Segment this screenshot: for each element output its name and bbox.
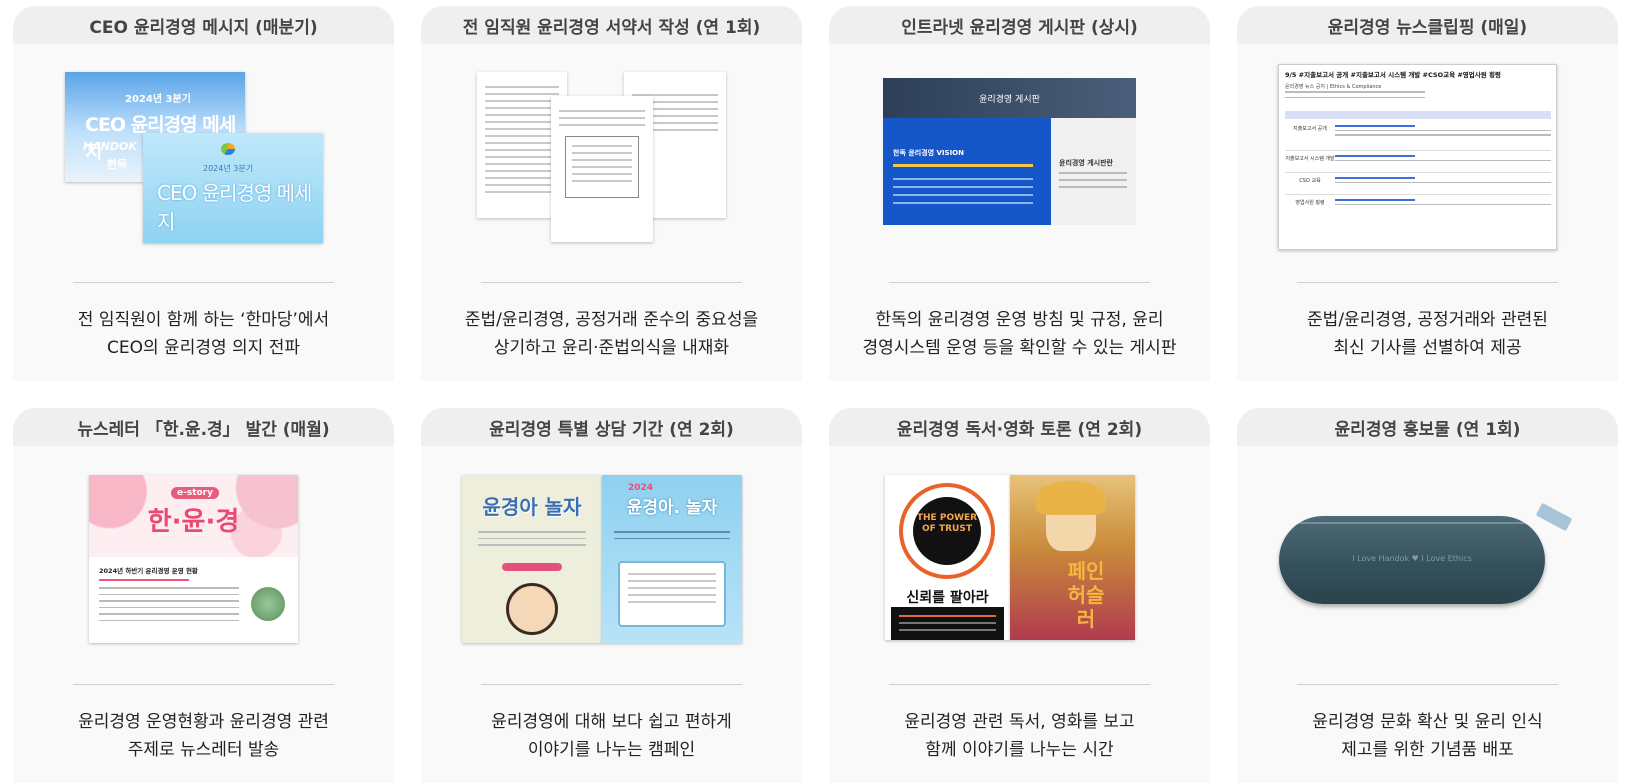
side-title: 윤리경영 게시판란 xyxy=(1059,159,1113,167)
card-counseling-period: 윤리경영 특별 상담 기간 (연 2회) 윤경아 놀자 2024 윤경아. 놀자 xyxy=(421,408,802,783)
book-movie-image: THE POWER OF TRUST 신뢰를 팔아라 페인 허슬러 xyxy=(829,460,1210,660)
card-description: 준법/윤리경영, 공정거래와 관련된 최신 기사를 선별하여 제공 xyxy=(1247,306,1608,362)
card-title: 윤리경영 특별 상담 기간 (연 2회) xyxy=(421,408,802,446)
promo-goods-image: I Love Handok ♥ I Love Ethics xyxy=(1237,460,1618,660)
card-divider xyxy=(1297,282,1558,283)
card-divider xyxy=(1297,684,1558,685)
card-divider xyxy=(73,282,334,283)
card-description: 윤리경영 문화 확산 및 윤리 인식 제고를 위한 기념품 배포 xyxy=(1247,708,1608,764)
card-pledge: 전 임직원 윤리경영 서약서 작성 (연 1회) 준법/윤리경영, 공정거래 준… xyxy=(421,6,802,381)
card-title: CEO 윤리경영 메시지 (매분기) xyxy=(13,6,394,44)
case-engraving: I Love Handok ♥ I Love Ethics xyxy=(1352,554,1472,563)
ceo-message-image: 2024년 3분기 CEO 윤리경영 메세지 HANDOK 한독 2024년 3… xyxy=(13,58,394,258)
card-title: 전 임직원 윤리경영 서약서 작성 (연 1회) xyxy=(421,6,802,44)
book-title: THE POWER OF TRUST xyxy=(916,513,978,534)
desc-line: 전 임직원이 함께 하는 ‘한마당’에서 xyxy=(77,310,330,330)
card-description: 윤리경영 관련 독서, 영화를 보고 함께 이야기를 나누는 시간 xyxy=(839,708,1200,764)
card-divider xyxy=(889,684,1150,685)
desc-line: CEO의 윤리경영 의지 전파 xyxy=(107,338,300,358)
newsletter-image: e-story 한·윤·경 2024년 하반기 윤리경영 운영 현황 xyxy=(13,460,394,660)
card-promo-goods: 윤리경영 홍보물 (연 1회) I Love Handok ♥ I Love E… xyxy=(1237,408,1618,783)
desc-line: 윤리경영 운영현황과 윤리경영 관련 xyxy=(78,712,329,732)
campaign-poster-right: 2024 윤경아. 놀자 xyxy=(602,475,742,643)
back-sign: 한독 xyxy=(107,158,128,171)
front-caption: 2024년 3분기 xyxy=(203,164,254,173)
character-icon xyxy=(506,583,558,635)
board-title: 윤리경영 게시판 xyxy=(979,95,1040,105)
card-description: 준법/윤리경영, 공정거래 준수의 중요성을 상기하고 윤리·준법의식을 내재화 xyxy=(431,306,792,362)
pencil-case: I Love Handok ♥ I Love Ethics xyxy=(1279,516,1545,604)
desc-line: 상기하고 윤리·준법의식을 내재화 xyxy=(493,338,730,358)
card-title: 윤리경영 뉴스클립핑 (매일) xyxy=(1237,6,1618,44)
counseling-campaign-image: 윤경아 놀자 2024 윤경아. 놀자 xyxy=(421,460,802,660)
desc-line: 함께 이야기를 나누는 시간 xyxy=(925,740,1114,760)
desc-line: 윤리경영 관련 독서, 영화를 보고 xyxy=(904,712,1135,732)
campaign-poster-left: 윤경아 놀자 xyxy=(462,475,602,643)
newsletter-section: 2024년 하반기 윤리경영 운영 현황 xyxy=(99,567,198,575)
card-divider xyxy=(889,282,1150,283)
movie-title: 페인 허슬러 xyxy=(1067,559,1105,631)
newsletter-page: e-story 한·윤·경 2024년 하반기 윤리경영 운영 현황 xyxy=(89,475,298,643)
program-grid: CEO 윤리경영 메시지 (매분기) 2024년 3분기 CEO 윤리경영 메세… xyxy=(13,6,1618,783)
movie-poster: 페인 허슬러 xyxy=(1010,475,1135,640)
news-clipping-doc: 9/5 #지출보고서 공개 #지출보고서 시스템 개발 #CSO교육 #영업사원… xyxy=(1278,64,1557,250)
news-clipping-image: 9/5 #지출보고서 공개 #지출보고서 시스템 개발 #CSO교육 #영업사원… xyxy=(1237,58,1618,258)
desc-line: 윤리경영에 대해 보다 쉽고 편하게 xyxy=(491,712,732,732)
campaign-right-title: 윤경아. 놀자 xyxy=(626,498,718,518)
card-book-movie: 윤리경영 독서·영화 토론 (연 2회) THE POWER OF TRUST … xyxy=(829,408,1210,783)
newsletter-title: 한·윤·경 xyxy=(147,507,240,537)
card-description: 윤리경영에 대해 보다 쉽고 편하게 이야기를 나누는 캠페인 xyxy=(431,708,792,764)
campaign-left-title: 윤경아 놀자 xyxy=(482,495,582,519)
news-headline: 9/5 #지출보고서 공개 #지출보고서 시스템 개발 #CSO교육 #영업사원… xyxy=(1285,71,1501,79)
front-title: CEO 윤리경영 메세지 xyxy=(157,181,312,234)
logo-icon xyxy=(221,143,235,155)
card-ceo-message: CEO 윤리경영 메시지 (매분기) 2024년 3분기 CEO 윤리경영 메세… xyxy=(13,6,394,381)
news-row-label: 지출보고서 공개 xyxy=(1293,126,1327,132)
desc-line: 제고를 위한 기념품 배포 xyxy=(1341,740,1514,760)
card-divider xyxy=(73,684,334,685)
desc-line: 준법/윤리경영, 공정거래 준수의 중요성을 xyxy=(464,310,759,330)
card-title: 윤리경영 홍보물 (연 1회) xyxy=(1237,408,1618,446)
desc-line: 경영시스템 운영 등을 확인할 수 있는 게시판 xyxy=(862,338,1177,358)
handok-logo: HANDOK xyxy=(83,140,137,153)
pledge-doc-center xyxy=(551,96,653,242)
desc-line: 최신 기사를 선별하여 제공 xyxy=(1333,338,1522,358)
newsletter-badge: e-story xyxy=(171,487,219,499)
card-divider xyxy=(481,684,742,685)
news-row-label: CSO 교육 xyxy=(1299,178,1321,184)
news-row-label: 영업사원 횡령 xyxy=(1295,200,1325,206)
card-title: 인트라넷 윤리경영 게시판 (상시) xyxy=(829,6,1210,44)
desc-line: 한독의 윤리경영 운영 방침 및 규정, 윤리 xyxy=(875,310,1164,330)
card-newsletter: 뉴스레터 「한.윤.경」 발간 (매월) e-story 한·윤·경 2024년… xyxy=(13,408,394,783)
vision-title: 한독 윤리경영 VISION xyxy=(893,149,964,157)
zipper-tag-icon xyxy=(1535,502,1573,532)
campaign-year: 2024 xyxy=(628,483,654,493)
book-kr-title: 신뢰를 팔아라 xyxy=(906,590,989,606)
book-cover: THE POWER OF TRUST 신뢰를 팔아라 xyxy=(885,475,1010,640)
desc-line: 이야기를 나누는 캠페인 xyxy=(527,740,696,760)
intranet-board-screen: 윤리경영 게시판 한독 윤리경영 VISION 윤리경영 게시판란 xyxy=(883,78,1136,225)
card-description: 전 임직원이 함께 하는 ‘한마당’에서 CEO의 윤리경영 의지 전파 xyxy=(23,306,384,362)
card-divider xyxy=(481,282,742,283)
news-row-label: 지출보고서 시스템 개발 xyxy=(1285,156,1335,162)
desc-line: 윤리경영 문화 확산 및 윤리 인식 xyxy=(1312,712,1543,732)
news-sub: 윤리경영 뉴스 공지 | Ethics & Compliance xyxy=(1285,84,1382,90)
card-title: 뉴스레터 「한.윤.경」 발간 (매월) xyxy=(13,408,394,446)
desc-line: 준법/윤리경영, 공정거래와 관련된 xyxy=(1307,310,1548,330)
back-caption: 2024년 3분기 xyxy=(125,94,191,105)
pledge-documents-image xyxy=(421,58,802,258)
card-title: 윤리경영 독서·영화 토론 (연 2회) xyxy=(829,408,1210,446)
card-description: 한독의 윤리경영 운영 방침 및 규정, 윤리 경영시스템 운영 등을 확인할 … xyxy=(839,306,1200,362)
card-description: 윤리경영 운영현황과 윤리경영 관련 주제로 뉴스레터 발송 xyxy=(23,708,384,764)
card-news-clipping: 윤리경영 뉴스클립핑 (매일) 9/5 #지출보고서 공개 #지출보고서 시스템… xyxy=(1237,6,1618,381)
desc-line: 주제로 뉴스레터 발송 xyxy=(127,740,280,760)
ceo-message-front-slide: 2024년 3분기 CEO 윤리경영 메세지 xyxy=(143,133,323,243)
card-intranet-board: 인트라넷 윤리경영 게시판 (상시) 윤리경영 게시판 한독 윤리경영 VISI… xyxy=(829,6,1210,381)
intranet-board-image: 윤리경영 게시판 한독 윤리경영 VISION 윤리경영 게시판란 xyxy=(829,58,1210,258)
